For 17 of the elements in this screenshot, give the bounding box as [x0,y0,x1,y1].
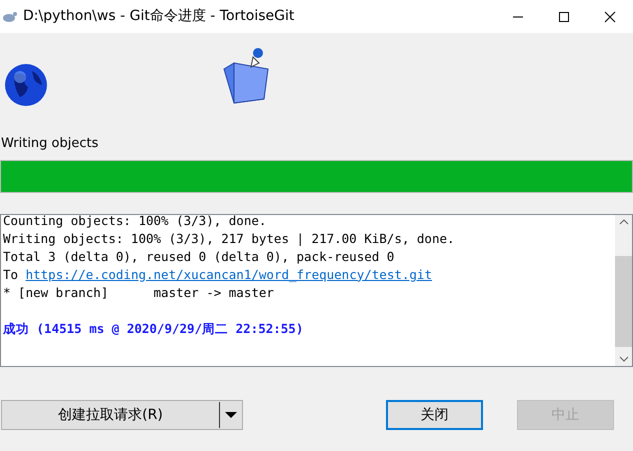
maximize-icon[interactable] [558,10,570,22]
log-line: Writing objects: 100% (3/3), 217 bytes | 217.00 KiB/s, done. [3,230,456,248]
success-message: 成功 (14515 ms @ 2020/9/29/周二 22:52:55) [3,320,304,338]
log-line: Total 3 (delta 0), reused 0 (delta 0), pack-reused 0 [3,248,396,266]
window-title: D:\python\ws - Git命令进度 - TortoiseGit [23,7,296,26]
globe-icon [2,61,50,109]
close-button[interactable]: 关闭 [386,400,483,430]
log-line: * [new branch] master -> master [3,284,275,302]
log-line: To [3,266,20,284]
repository-link[interactable]: https://e.coding.net/xucancan1/word_frequency/test.git [26,266,432,284]
status-label: Writing objects [1,136,100,152]
scroll-up-icon[interactable] [618,218,628,226]
scroll-down-icon[interactable] [618,355,628,363]
pull-request-split-button[interactable]: 创建拉取请求(R) [1,400,243,430]
log-line: Counting objects: 100% (3/3), done. [3,212,268,230]
scrollbar[interactable] [615,215,632,366]
close-icon[interactable] [604,10,616,22]
